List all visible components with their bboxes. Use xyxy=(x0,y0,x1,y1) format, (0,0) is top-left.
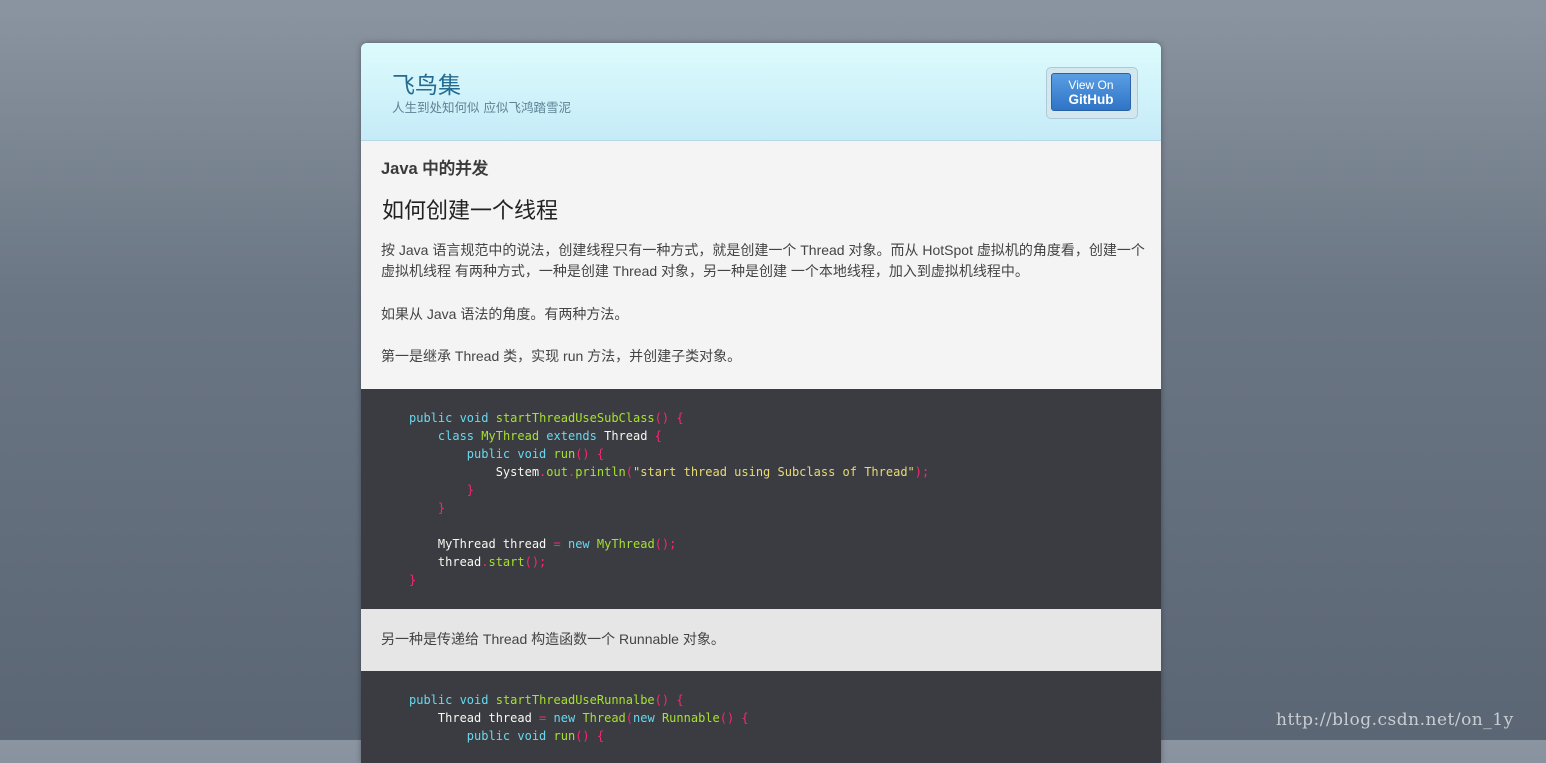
code-block-subclass: public void startThreadUseSubClass() { c… xyxy=(361,389,1161,609)
code-line: public void run() { xyxy=(466,729,605,743)
paragraph-3: 第一是继承 Thread 类，实现 run 方法，并创建子类对象。 xyxy=(381,348,742,364)
code-line: MyThread thread = new MyThread(); xyxy=(409,537,677,551)
watermark-url: http://blog.csdn.net/on_1y xyxy=(1276,710,1514,730)
site-title[interactable]: 飞鸟集 xyxy=(392,66,461,100)
code-line: } xyxy=(409,573,417,587)
code-subclass: public void startThreadUseSubClass() { c… xyxy=(409,409,929,589)
code-runnable: public void startThreadUseRunnalbe() { T… xyxy=(409,691,749,745)
code-line: public void run() { xyxy=(466,447,605,461)
code-line: thread.start(); xyxy=(409,555,547,569)
paragraph-1: 按 Java 语言规范中的说法，创建线程只有一种方式，就是创建一个 Thread… xyxy=(381,242,1145,279)
section-heading: 如何创建一个线程 xyxy=(382,199,559,224)
code-line: Thread thread = new Thread(new Runnable(… xyxy=(409,711,749,725)
code-line: public void startThreadUseSubClass() { xyxy=(409,411,684,425)
page-card: 飞鸟集 人生到处知何似 应似飞鸿踏雪泥 View On GitHub Java … xyxy=(361,43,1161,763)
code-line: } xyxy=(466,483,475,497)
github-button-frame: View On GitHub xyxy=(1046,67,1138,119)
github-button-big-label: GitHub xyxy=(1068,92,1114,107)
paragraph-band: 另一种是传递给 Thread 构造函数一个 Runnable 对象。 xyxy=(361,609,1161,671)
code-line: public void startThreadUseRunnalbe() { xyxy=(409,693,684,707)
view-on-github-button[interactable]: View On GitHub xyxy=(1051,73,1131,111)
site-header: 飞鸟集 人生到处知何似 应似飞鸿踏雪泥 View On GitHub xyxy=(361,43,1161,141)
code-block-runnable: public void startThreadUseRunnalbe() { T… xyxy=(361,671,1161,763)
site-tagline: 人生到处知何似 应似飞鸿踏雪泥 xyxy=(392,100,571,115)
code-line: } xyxy=(437,501,446,515)
github-button-small-label: View On xyxy=(1068,78,1114,92)
post-title: Java 中的并发 xyxy=(381,160,489,178)
code-line: System.out.println("start thread using S… xyxy=(409,465,930,479)
paragraph-4: 另一种是传递给 Thread 构造函数一个 Runnable 对象。 xyxy=(381,631,725,647)
paragraph-2: 如果从 Java 语法的角度。有两种方法。 xyxy=(381,306,629,322)
code-line: class MyThread extends Thread { xyxy=(437,429,662,443)
